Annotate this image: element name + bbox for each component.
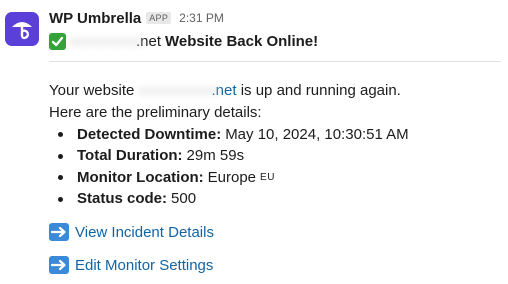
detail-label: Total Duration: bbox=[77, 147, 183, 165]
bullet bbox=[58, 175, 63, 181]
app-avatar[interactable] bbox=[5, 12, 39, 46]
redacted-domain: xxxxxxxxxxx bbox=[138, 82, 222, 99]
details-intro: Here are the preliminary details: bbox=[49, 104, 262, 121]
divider bbox=[49, 61, 501, 62]
detail-label: Monitor Location: bbox=[77, 168, 204, 186]
right-arrow-icon bbox=[49, 223, 69, 241]
bullet bbox=[58, 153, 63, 159]
details-list: Detected Downtime: May 10, 2024, 10:30:5… bbox=[49, 124, 504, 210]
title-text: Website Back Online! bbox=[165, 32, 319, 50]
list-item: Total Duration: 29m 59s bbox=[49, 146, 504, 168]
redacted-domain: xxxxxxxxxx bbox=[70, 32, 145, 50]
message-timestamp[interactable]: 2:31 PM bbox=[179, 11, 224, 25]
detail-value: Europe bbox=[207, 168, 257, 186]
edit-monitor-settings-link[interactable]: Edit Monitor Settings bbox=[75, 257, 213, 274]
view-incident-details-link[interactable]: View Incident Details bbox=[75, 224, 214, 241]
list-item: Monitor Location: Europe EU bbox=[49, 167, 504, 189]
view-incident-action: View Incident Details bbox=[49, 223, 214, 241]
umbrella-logo-icon bbox=[12, 22, 32, 40]
app-badge: APP bbox=[146, 12, 172, 24]
body-prefix: Your website bbox=[49, 82, 135, 99]
list-item: Detected Downtime: May 10, 2024, 10:30:5… bbox=[49, 124, 504, 146]
sender-name[interactable]: WP Umbrella bbox=[49, 10, 141, 27]
message: WP Umbrella APP 2:31 PM xxxxxxxxxx .net … bbox=[49, 8, 504, 274]
check-mark-icon bbox=[49, 32, 66, 50]
detail-value: 500 bbox=[171, 190, 197, 208]
detail-label: Status code: bbox=[77, 190, 168, 208]
list-item: Status code: 500 bbox=[49, 189, 504, 211]
bullet bbox=[58, 196, 63, 202]
detail-value: 29m 59s bbox=[186, 147, 245, 165]
detail-label: Detected Downtime: bbox=[77, 125, 222, 143]
message-header: WP Umbrella APP 2:31 PM bbox=[49, 8, 504, 28]
message-title: xxxxxxxxxx .net Website Back Online! bbox=[49, 30, 504, 52]
edit-monitor-action: Edit Monitor Settings bbox=[49, 256, 213, 274]
body-suffix: is up and running again. bbox=[240, 82, 401, 99]
bullet bbox=[58, 132, 63, 138]
message-body: Your website xxxxxxxxxxx.net is up and r… bbox=[49, 80, 504, 210]
detail-value: May 10, 2024, 10:30:51 AM bbox=[225, 125, 409, 143]
status-line: Your website xxxxxxxxxxx.net is up and r… bbox=[49, 80, 504, 102]
region-code: EU bbox=[260, 171, 275, 183]
right-arrow-icon bbox=[49, 256, 69, 274]
